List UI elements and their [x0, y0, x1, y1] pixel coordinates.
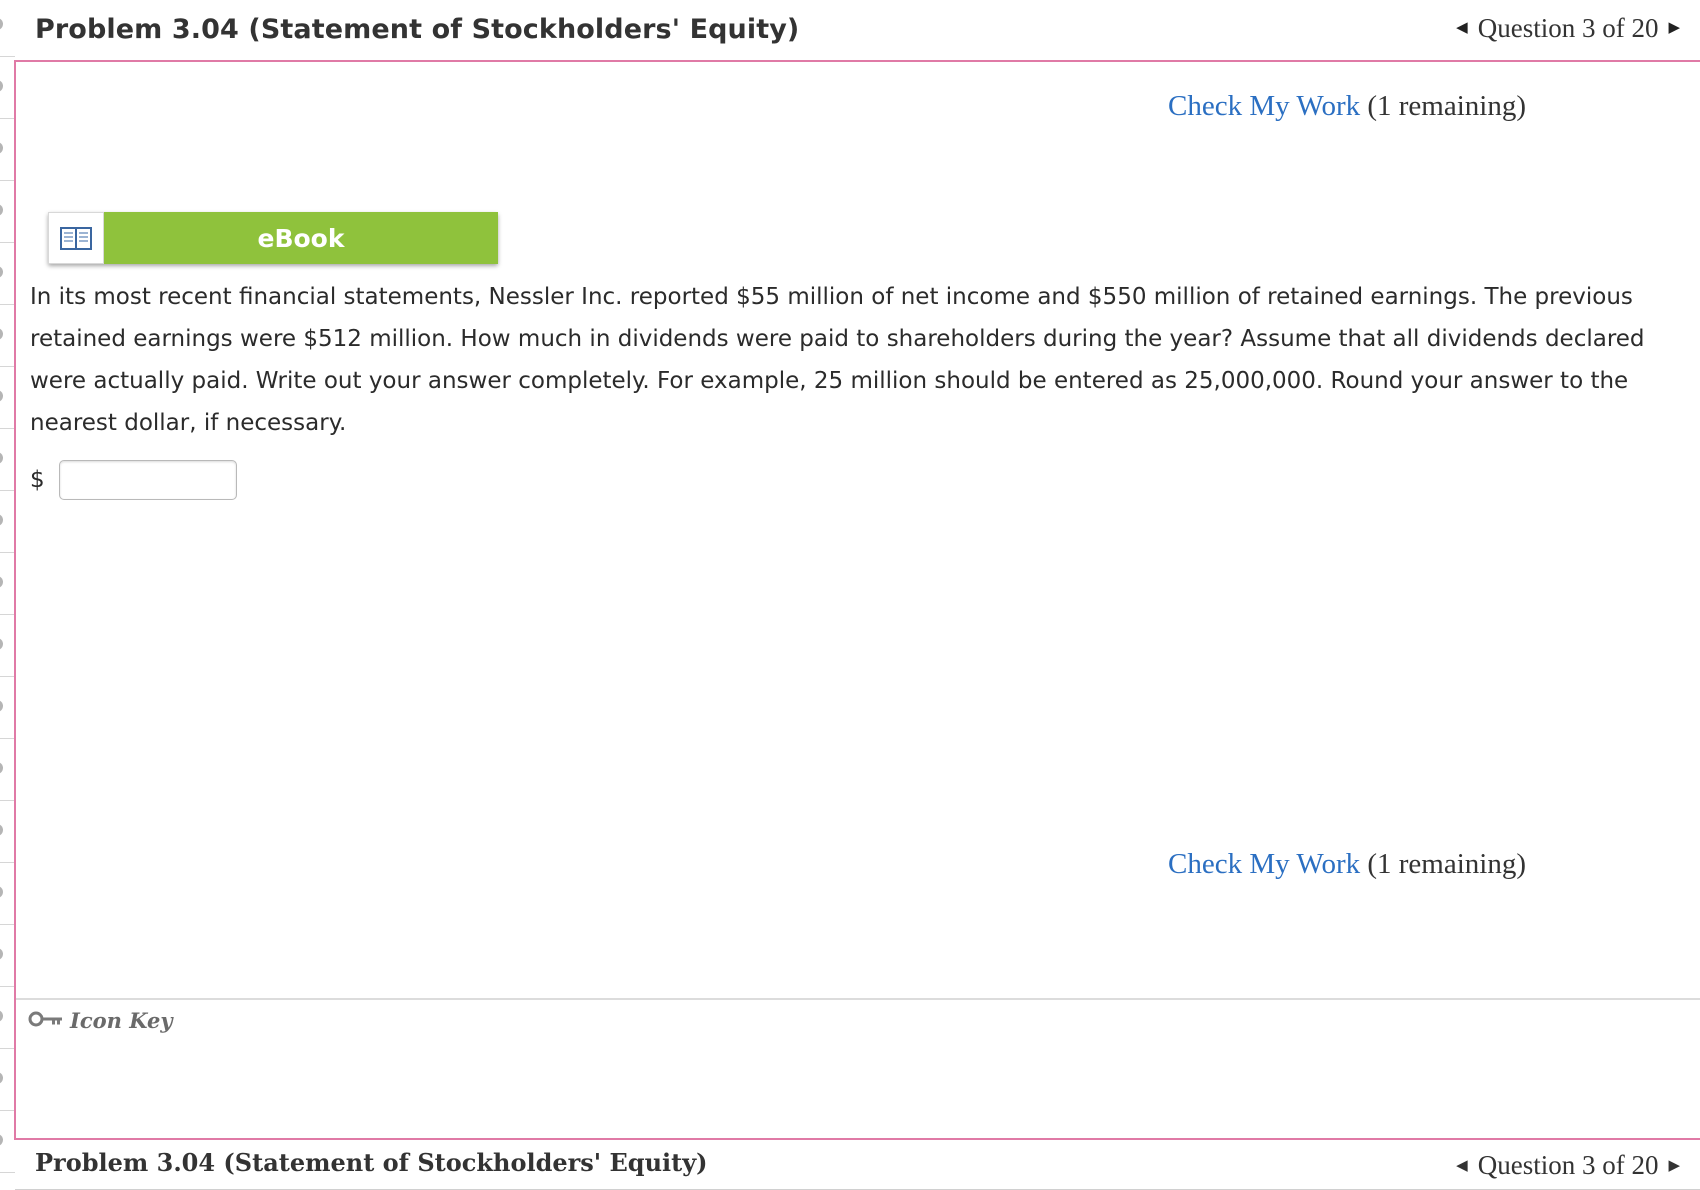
strip-row	[0, 1048, 15, 1111]
triangle-right-icon[interactable]: ▶	[1668, 1156, 1680, 1175]
check-my-work-link[interactable]: Check My Work	[1168, 848, 1360, 880]
question-nav-bottom: ◀ Question 3 of 20 ▶	[1456, 1150, 1680, 1181]
left-edge-strip	[0, 0, 15, 1189]
strip-notch	[0, 204, 3, 216]
strip-notch	[0, 948, 3, 960]
strip-notch	[0, 80, 3, 92]
remaining-count: (1 remaining)	[1367, 90, 1526, 122]
question-nav-top: ◀ Question 3 of 20 ▶	[1456, 13, 1680, 44]
question-counter: Question 3 of 20	[1477, 13, 1659, 43]
triangle-left-icon[interactable]: ◀	[1456, 1156, 1468, 1175]
strip-notch	[0, 762, 3, 774]
strip-row	[0, 1110, 15, 1173]
strip-row	[0, 614, 15, 677]
icon-key-button[interactable]: Icon Key	[28, 1008, 173, 1033]
ebook-label: eBook	[104, 212, 498, 264]
strip-notch	[0, 824, 3, 836]
strip-row	[0, 56, 15, 119]
check-my-work-top: Check My Work (1 remaining)	[1168, 90, 1526, 123]
remaining-count: (1 remaining)	[1367, 848, 1526, 880]
bottom-footer: Problem 3.04 (Statement of Stockholders'…	[15, 1142, 1700, 1190]
strip-notch	[0, 1072, 3, 1084]
triangle-right-icon[interactable]: ▶	[1668, 21, 1680, 36]
divider	[16, 998, 1700, 1000]
question-card: Check My Work (1 remaining) eBook In its…	[14, 60, 1700, 1140]
top-header: Problem 3.04 (Statement of Stockholders'…	[15, 0, 1700, 60]
strip-notch	[0, 1010, 3, 1022]
strip-notch	[0, 328, 3, 340]
triangle-left-icon[interactable]: ◀	[1456, 21, 1468, 36]
question-text: In its most recent financial statements,…	[30, 284, 1645, 436]
strip-row	[0, 428, 15, 491]
answer-input[interactable]	[58, 460, 237, 500]
check-my-work-link[interactable]: Check My Work	[1168, 90, 1360, 122]
answer-row: $	[30, 460, 237, 500]
strip-row	[0, 676, 15, 739]
strip-row	[0, 552, 15, 615]
page-title: Problem 3.04 (Statement of Stockholders'…	[35, 14, 800, 45]
strip-row	[0, 242, 15, 305]
strip-notch	[0, 576, 3, 588]
strip-row	[0, 800, 15, 863]
strip-row	[0, 862, 15, 925]
strip-notch	[0, 452, 3, 464]
strip-notch	[0, 18, 3, 30]
icon-key-label: Icon Key	[70, 1008, 173, 1033]
strip-notch	[0, 142, 3, 154]
book-icon	[48, 212, 104, 264]
strip-notch	[0, 390, 3, 402]
ebook-button[interactable]: eBook	[48, 212, 498, 264]
strip-notch	[0, 700, 3, 712]
strip-notch	[0, 266, 3, 278]
strip-row	[0, 366, 15, 429]
check-my-work-bottom: Check My Work (1 remaining)	[1168, 848, 1526, 881]
question-counter: Question 3 of 20	[1477, 1150, 1659, 1180]
key-icon	[28, 1010, 64, 1032]
strip-row	[0, 0, 15, 57]
strip-row	[0, 180, 15, 243]
strip-row	[0, 924, 15, 987]
strip-row	[0, 304, 15, 367]
strip-notch	[0, 1134, 3, 1146]
currency-symbol: $	[30, 467, 45, 493]
strip-row	[0, 738, 15, 801]
strip-row	[0, 986, 15, 1049]
footer-title: Problem 3.04 (Statement of Stockholders'…	[35, 1148, 708, 1177]
strip-row	[0, 118, 15, 181]
strip-row	[0, 490, 15, 553]
strip-notch	[0, 638, 3, 650]
strip-notch	[0, 514, 3, 526]
strip-notch	[0, 886, 3, 898]
